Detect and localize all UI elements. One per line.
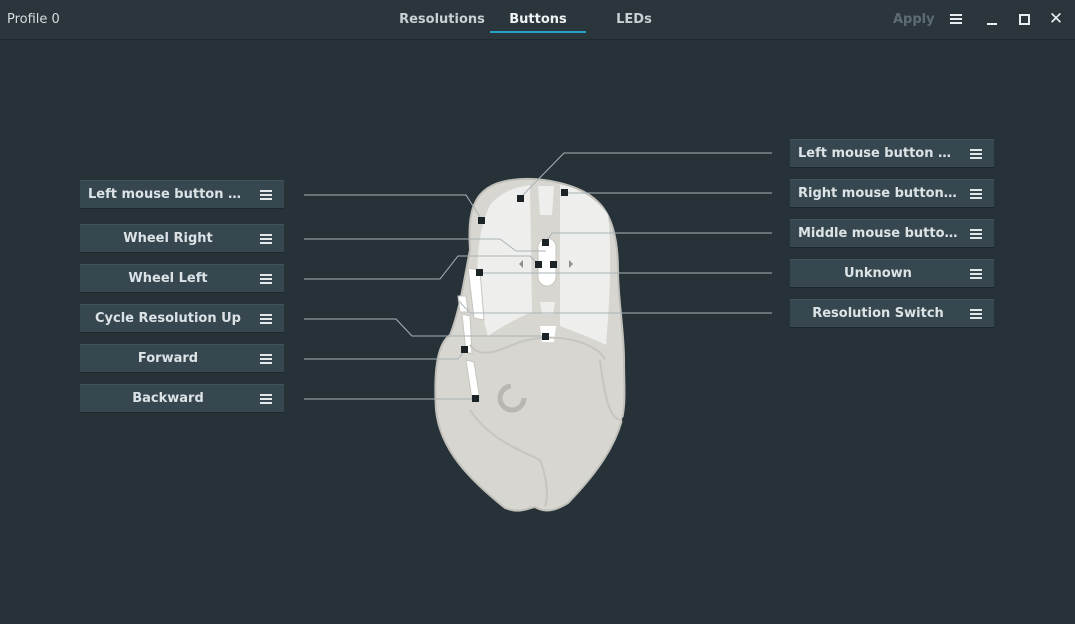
menu-icon[interactable]	[260, 234, 272, 244]
menu-icon[interactable]	[260, 314, 272, 324]
menu-icon[interactable]	[970, 309, 982, 319]
menu-icon[interactable]	[970, 149, 982, 159]
menu-icon[interactable]	[260, 190, 272, 200]
button-mapping-label: Resolution Switch	[812, 306, 944, 321]
button-mapping-5[interactable]: Forward	[80, 344, 284, 373]
button-mapping-label: Cycle Resolution Up	[95, 311, 241, 326]
menu-icon[interactable]	[970, 189, 982, 199]
menu-icon[interactable]	[970, 269, 982, 279]
menu-icon[interactable]	[260, 354, 272, 364]
button-mapping-2[interactable]: Wheel Right	[80, 224, 284, 253]
right-key	[558, 184, 611, 345]
button-mapping-3[interactable]: Wheel Left	[80, 264, 284, 293]
button-mapping-9[interactable]: Middle mouse button c...	[790, 219, 994, 248]
button-mapping-label: Wheel Right	[123, 231, 213, 246]
button-mapping-6[interactable]: Backward	[80, 384, 284, 413]
button-mapping-10[interactable]: Unknown	[790, 259, 994, 288]
button-mapping-1[interactable]: Left mouse button click	[80, 180, 284, 209]
button-mapping-label: Left mouse button click	[798, 146, 958, 161]
button-mapping-label: Unknown	[844, 266, 912, 281]
button-mapping-label: Right mouse button click	[798, 186, 958, 201]
button-mapping-label: Left mouse button click	[88, 187, 248, 202]
button-mapping-7[interactable]: Left mouse button click	[790, 139, 994, 168]
button-mapping-8[interactable]: Right mouse button click	[790, 179, 994, 208]
button-mapping-11[interactable]: Resolution Switch	[790, 299, 994, 328]
menu-icon[interactable]	[970, 229, 982, 239]
button-mapping-label: Middle mouse button c...	[798, 226, 958, 241]
button-mapping-label: Backward	[132, 391, 204, 406]
button-mapping-label: Forward	[137, 351, 199, 366]
menu-icon[interactable]	[260, 274, 272, 284]
button-mapping-label: Wheel Left	[128, 271, 208, 286]
menu-icon[interactable]	[260, 394, 272, 404]
button-mapping-4[interactable]: Cycle Resolution Up	[80, 304, 284, 333]
